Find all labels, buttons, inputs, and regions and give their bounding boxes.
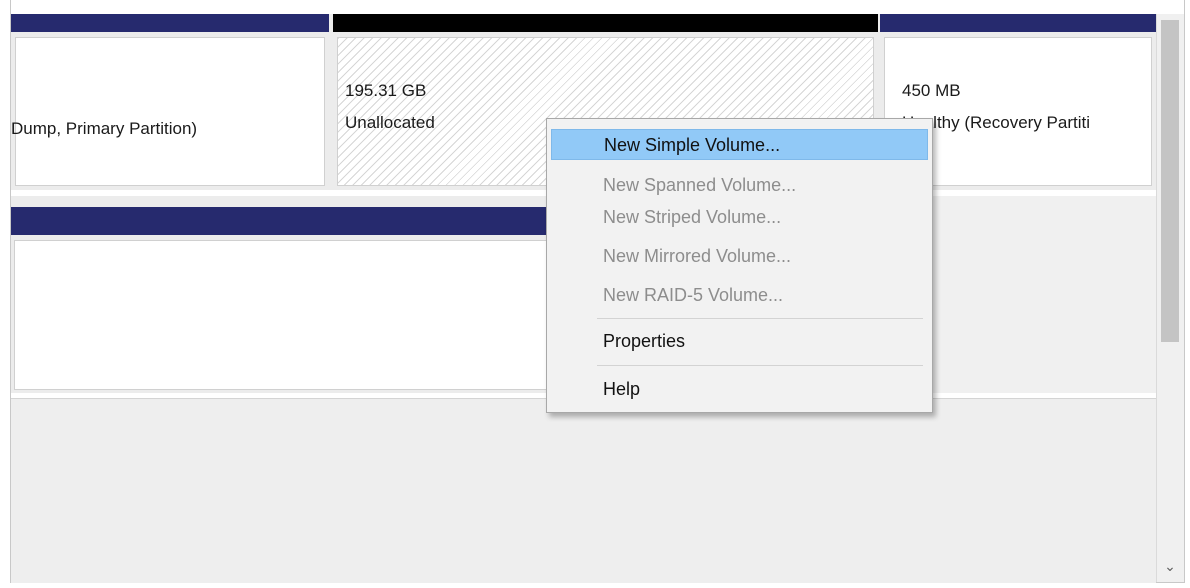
partition-body [15,37,325,186]
partition-body[interactable] [14,240,564,390]
partition-bar [880,14,1156,32]
partition-primary-dump[interactable]: Dump, Primary Partition) [11,14,329,190]
menu-item-new-raid5-volume: New RAID-5 Volume... [603,285,784,305]
menu-separator [597,365,923,366]
vertical-scrollbar[interactable]: ⌄ [1156,14,1184,582]
empty-disk-area [11,398,1156,583]
chevron-down-icon[interactable]: ⌄ [1157,554,1183,578]
partition-bar [11,14,329,32]
menu-item-properties[interactable]: Properties [551,326,928,357]
menu-separator [597,318,923,319]
partition-status: Unallocated [345,113,435,132]
menu-item-new-simple-volume[interactable]: New Simple Volume... [551,129,928,160]
partition-size: 195.31 GB [345,81,427,100]
partition-size: 450 MB [902,81,961,100]
menu-item-help[interactable]: Help [551,374,928,405]
menu-item-new-mirrored-volume: New Mirrored Volume... [603,246,792,266]
scrollbar-thumb[interactable] [1161,20,1179,342]
partition-label: Dump, Primary Partition) [11,119,198,138]
context-menu: New Simple Volume... New Spanned Volume.… [546,118,933,413]
menu-item-new-spanned-volume: New Spanned Volume... [603,175,797,195]
menu-item-new-striped-volume: New Striped Volume... [603,207,782,227]
partition-bar [11,207,571,235]
disk-management-view: Dump, Primary Partition) 195.31 GB Unall… [0,0,1190,588]
top-strip [11,0,1156,14]
partition-bar [333,14,878,32]
